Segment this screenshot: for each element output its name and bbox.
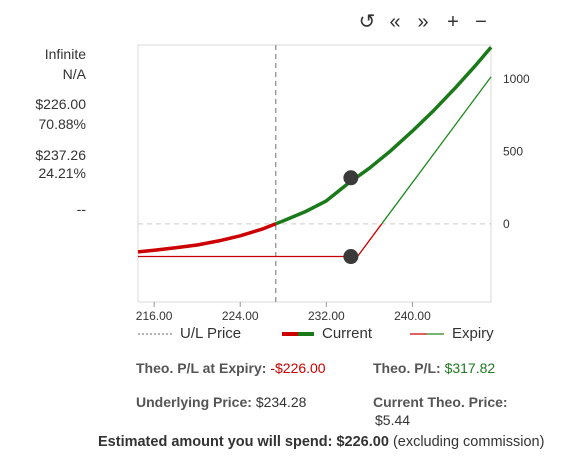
legend-expiry-label: Expiry xyxy=(452,325,494,342)
current-line-profit xyxy=(275,46,493,226)
y-axis: 1000 500 0 xyxy=(503,72,530,231)
pl-chart: 1000 500 0 216.00 224.00 232.00 240.00 xyxy=(136,44,530,320)
series xyxy=(137,46,493,265)
y-tick-label: 0 xyxy=(503,217,510,231)
current-theo-price-value: $5.44 xyxy=(375,412,411,428)
ul-price-swatch xyxy=(138,332,172,335)
plot-area xyxy=(137,44,492,303)
current-line-loss xyxy=(137,222,277,254)
underlying-price: Underlying Price: $234.28 xyxy=(136,394,306,410)
expiry-swatch xyxy=(410,332,444,335)
theo-pl: Theo. P/L: $317.82 xyxy=(373,360,495,376)
estimated-cost: Estimated amount you will spend: $226.00… xyxy=(98,434,544,450)
current-theo-price-label: Current Theo. Price: xyxy=(373,394,508,410)
x-tick-label: 224.00 xyxy=(222,309,259,320)
chart-legend: U/L Price Current Expiry xyxy=(130,325,510,345)
legend-current-label: Current xyxy=(322,325,373,342)
current-price-point xyxy=(343,170,359,186)
current-swatch xyxy=(282,331,314,336)
theo-pl-value: $317.82 xyxy=(444,360,496,376)
x-tick-label: 240.00 xyxy=(394,309,431,320)
legend-expiry[interactable]: Expiry xyxy=(410,325,494,342)
estimated-cost-label: Estimated amount you will spend: xyxy=(98,434,333,450)
y-tick-label: 500 xyxy=(503,144,523,158)
current-theo-price: Current Theo. Price: $5.44 xyxy=(373,394,508,428)
theo-pl-expiry-value: -$226.00 xyxy=(270,360,326,376)
x-tick-label: 232.00 xyxy=(308,309,345,320)
estimated-cost-note: (excluding commission) xyxy=(392,434,545,450)
x-tick-label: 216.00 xyxy=(136,309,173,320)
theo-pl-expiry-label: Theo. P/L at Expiry: xyxy=(136,360,267,376)
expiry-line-profit xyxy=(381,76,492,225)
underlying-price-value: $234.28 xyxy=(255,394,307,410)
estimated-cost-amount: $226.00 xyxy=(336,434,389,450)
underlying-price-label: Underlying Price: xyxy=(136,394,252,410)
grid xyxy=(138,45,491,307)
legend-current[interactable]: Current xyxy=(282,325,372,342)
y-tick-label: 1000 xyxy=(503,72,530,86)
expiry-line-loss xyxy=(356,223,383,257)
legend-ul-price[interactable]: U/L Price xyxy=(138,325,241,342)
legend-ul-price-label: U/L Price xyxy=(180,325,242,342)
theo-pl-label: Theo. P/L: xyxy=(373,360,441,376)
x-axis: 216.00 224.00 232.00 240.00 xyxy=(136,309,431,320)
theo-pl-expiry: Theo. P/L at Expiry: -$226.00 xyxy=(136,360,326,376)
expiry-price-point xyxy=(343,249,359,265)
